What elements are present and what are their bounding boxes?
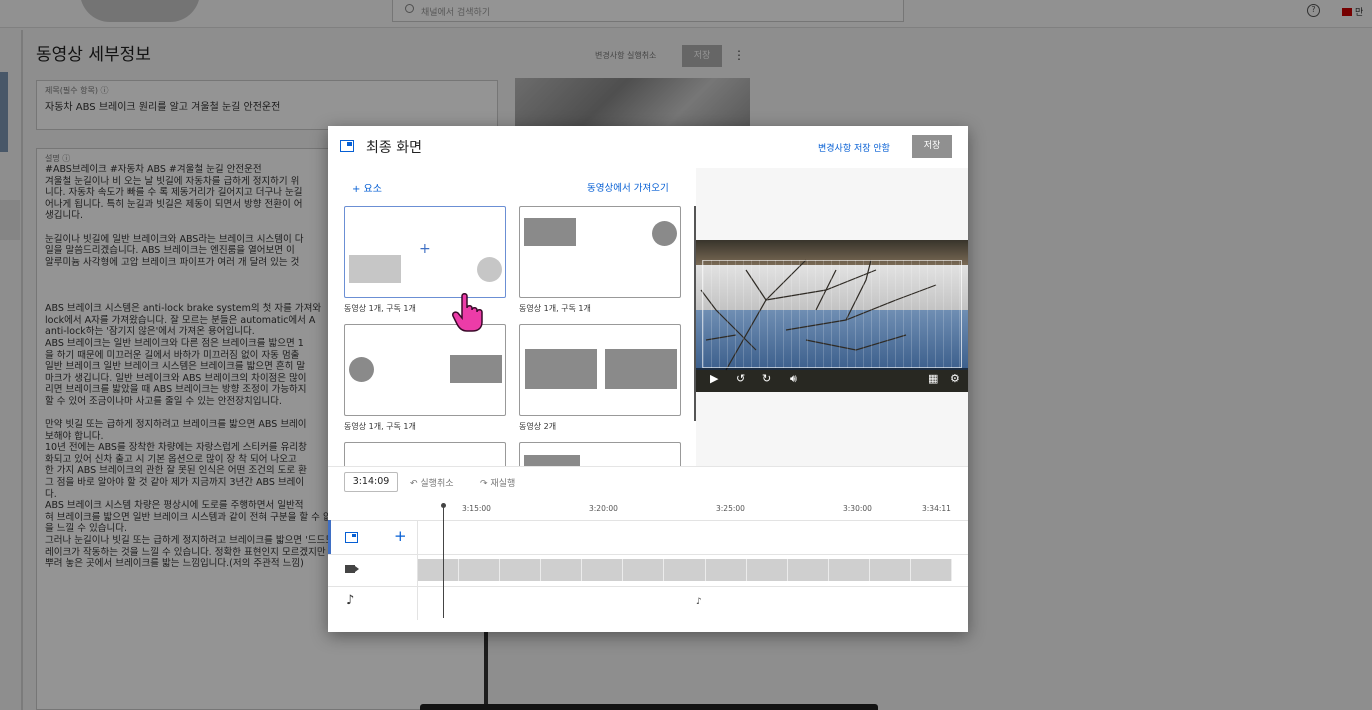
film-frame	[459, 559, 501, 581]
ruler-label: 3:20:00	[589, 504, 618, 513]
play-icon[interactable]: ▶	[710, 372, 718, 385]
add-element-icon[interactable]: +	[394, 527, 407, 545]
video-placeholder	[525, 349, 597, 389]
film-frame	[664, 559, 706, 581]
template-card[interactable]	[344, 442, 506, 466]
save-button[interactable]: 저장	[912, 135, 952, 158]
dialog-header: 최종 화면 변경사항 저장 안함 저장	[328, 126, 968, 168]
template-label: 동영상 1개, 구독 1개	[344, 422, 416, 431]
grid-icon[interactable]: ▦	[928, 372, 938, 385]
template-label: 동영상 2개	[519, 422, 557, 431]
subscribe-placeholder	[349, 357, 374, 382]
ruler-label: 3:34:11	[922, 504, 951, 513]
video-track-icon	[345, 565, 359, 573]
end-screen-icon	[340, 140, 354, 152]
undo-icon: ↶	[410, 479, 421, 489]
redo-icon: ↷	[480, 479, 491, 489]
current-time-input[interactable]: 3:14:09	[344, 472, 398, 492]
add-icon: +	[419, 241, 431, 257]
video-placeholder	[349, 255, 401, 283]
discard-changes-button[interactable]: 변경사항 저장 안함	[818, 141, 890, 154]
film-frame	[869, 559, 911, 581]
undo-button[interactable]: ↶ 실행취소	[410, 476, 454, 489]
end-screen-area[interactable]	[702, 260, 962, 368]
redo-label: 재실행	[490, 479, 516, 489]
timeline-row-divider	[328, 586, 968, 587]
video-placeholder	[450, 355, 502, 383]
active-track-indicator	[328, 520, 331, 554]
film-frame	[500, 559, 542, 581]
subscribe-placeholder	[477, 257, 502, 282]
film-frame	[787, 559, 829, 581]
film-frame	[828, 559, 870, 581]
ruler-label: 3:30:00	[843, 504, 872, 513]
music-note-icon: ♪	[346, 593, 355, 608]
film-frame	[541, 559, 583, 581]
template-card[interactable]	[519, 442, 681, 466]
forward-10-icon[interactable]: ↻	[762, 372, 771, 385]
ruler-label: 3:15:00	[462, 504, 491, 513]
end-screen-editor-dialog: 최종 화면 변경사항 저장 안함 저장 + 요소 동영상에서 가져오기 + 동영…	[328, 126, 968, 632]
ruler-label: 3:25:00	[716, 504, 745, 513]
video-preview[interactable]: ▶ ↺ ↻ 🔊︎ ▦ ⚙	[696, 240, 968, 392]
template-card[interactable]: +	[344, 206, 506, 298]
video-placeholder	[605, 349, 677, 389]
playhead[interactable]	[441, 503, 446, 618]
video-filmstrip[interactable]	[418, 559, 953, 581]
timeline-row-divider	[328, 554, 968, 555]
settings-icon[interactable]: ⚙	[950, 372, 960, 385]
film-frame	[746, 559, 788, 581]
timeline-row-divider	[328, 520, 968, 521]
film-frame	[582, 559, 624, 581]
template-card[interactable]	[344, 324, 506, 416]
redo-button[interactable]: ↷ 재실행	[480, 476, 515, 489]
divider	[328, 466, 968, 467]
dialog-title: 최종 화면	[366, 140, 422, 156]
end-screen-track-icon	[345, 532, 358, 543]
video-placeholder	[524, 455, 580, 466]
add-element-button[interactable]: + 요소	[352, 180, 382, 195]
film-frame	[623, 559, 665, 581]
replay-10-icon[interactable]: ↺	[736, 372, 745, 385]
template-label: 동영상 1개, 구독 1개	[344, 304, 416, 313]
film-frame	[418, 559, 460, 581]
template-list: + 동영상 1개, 구독 1개 동영상 1개, 구독 1개 동영상 1개, 구독…	[328, 202, 696, 466]
film-frame	[910, 559, 953, 581]
template-card[interactable]	[519, 324, 681, 416]
import-from-video-button[interactable]: 동영상에서 가져오기	[587, 180, 669, 194]
audio-marker: ♪	[696, 597, 702, 607]
template-card[interactable]	[519, 206, 681, 298]
player-controls: ▶ ↺ ↻ 🔊︎ ▦ ⚙	[696, 368, 968, 392]
undo-label: 실행취소	[420, 479, 454, 489]
hand-cursor-icon	[452, 293, 483, 332]
volume-icon[interactable]: 🔊︎	[790, 372, 797, 386]
subscribe-placeholder	[652, 221, 677, 246]
film-frame	[705, 559, 747, 581]
template-label: 동영상 1개, 구독 1개	[519, 304, 591, 313]
video-placeholder	[524, 218, 576, 246]
